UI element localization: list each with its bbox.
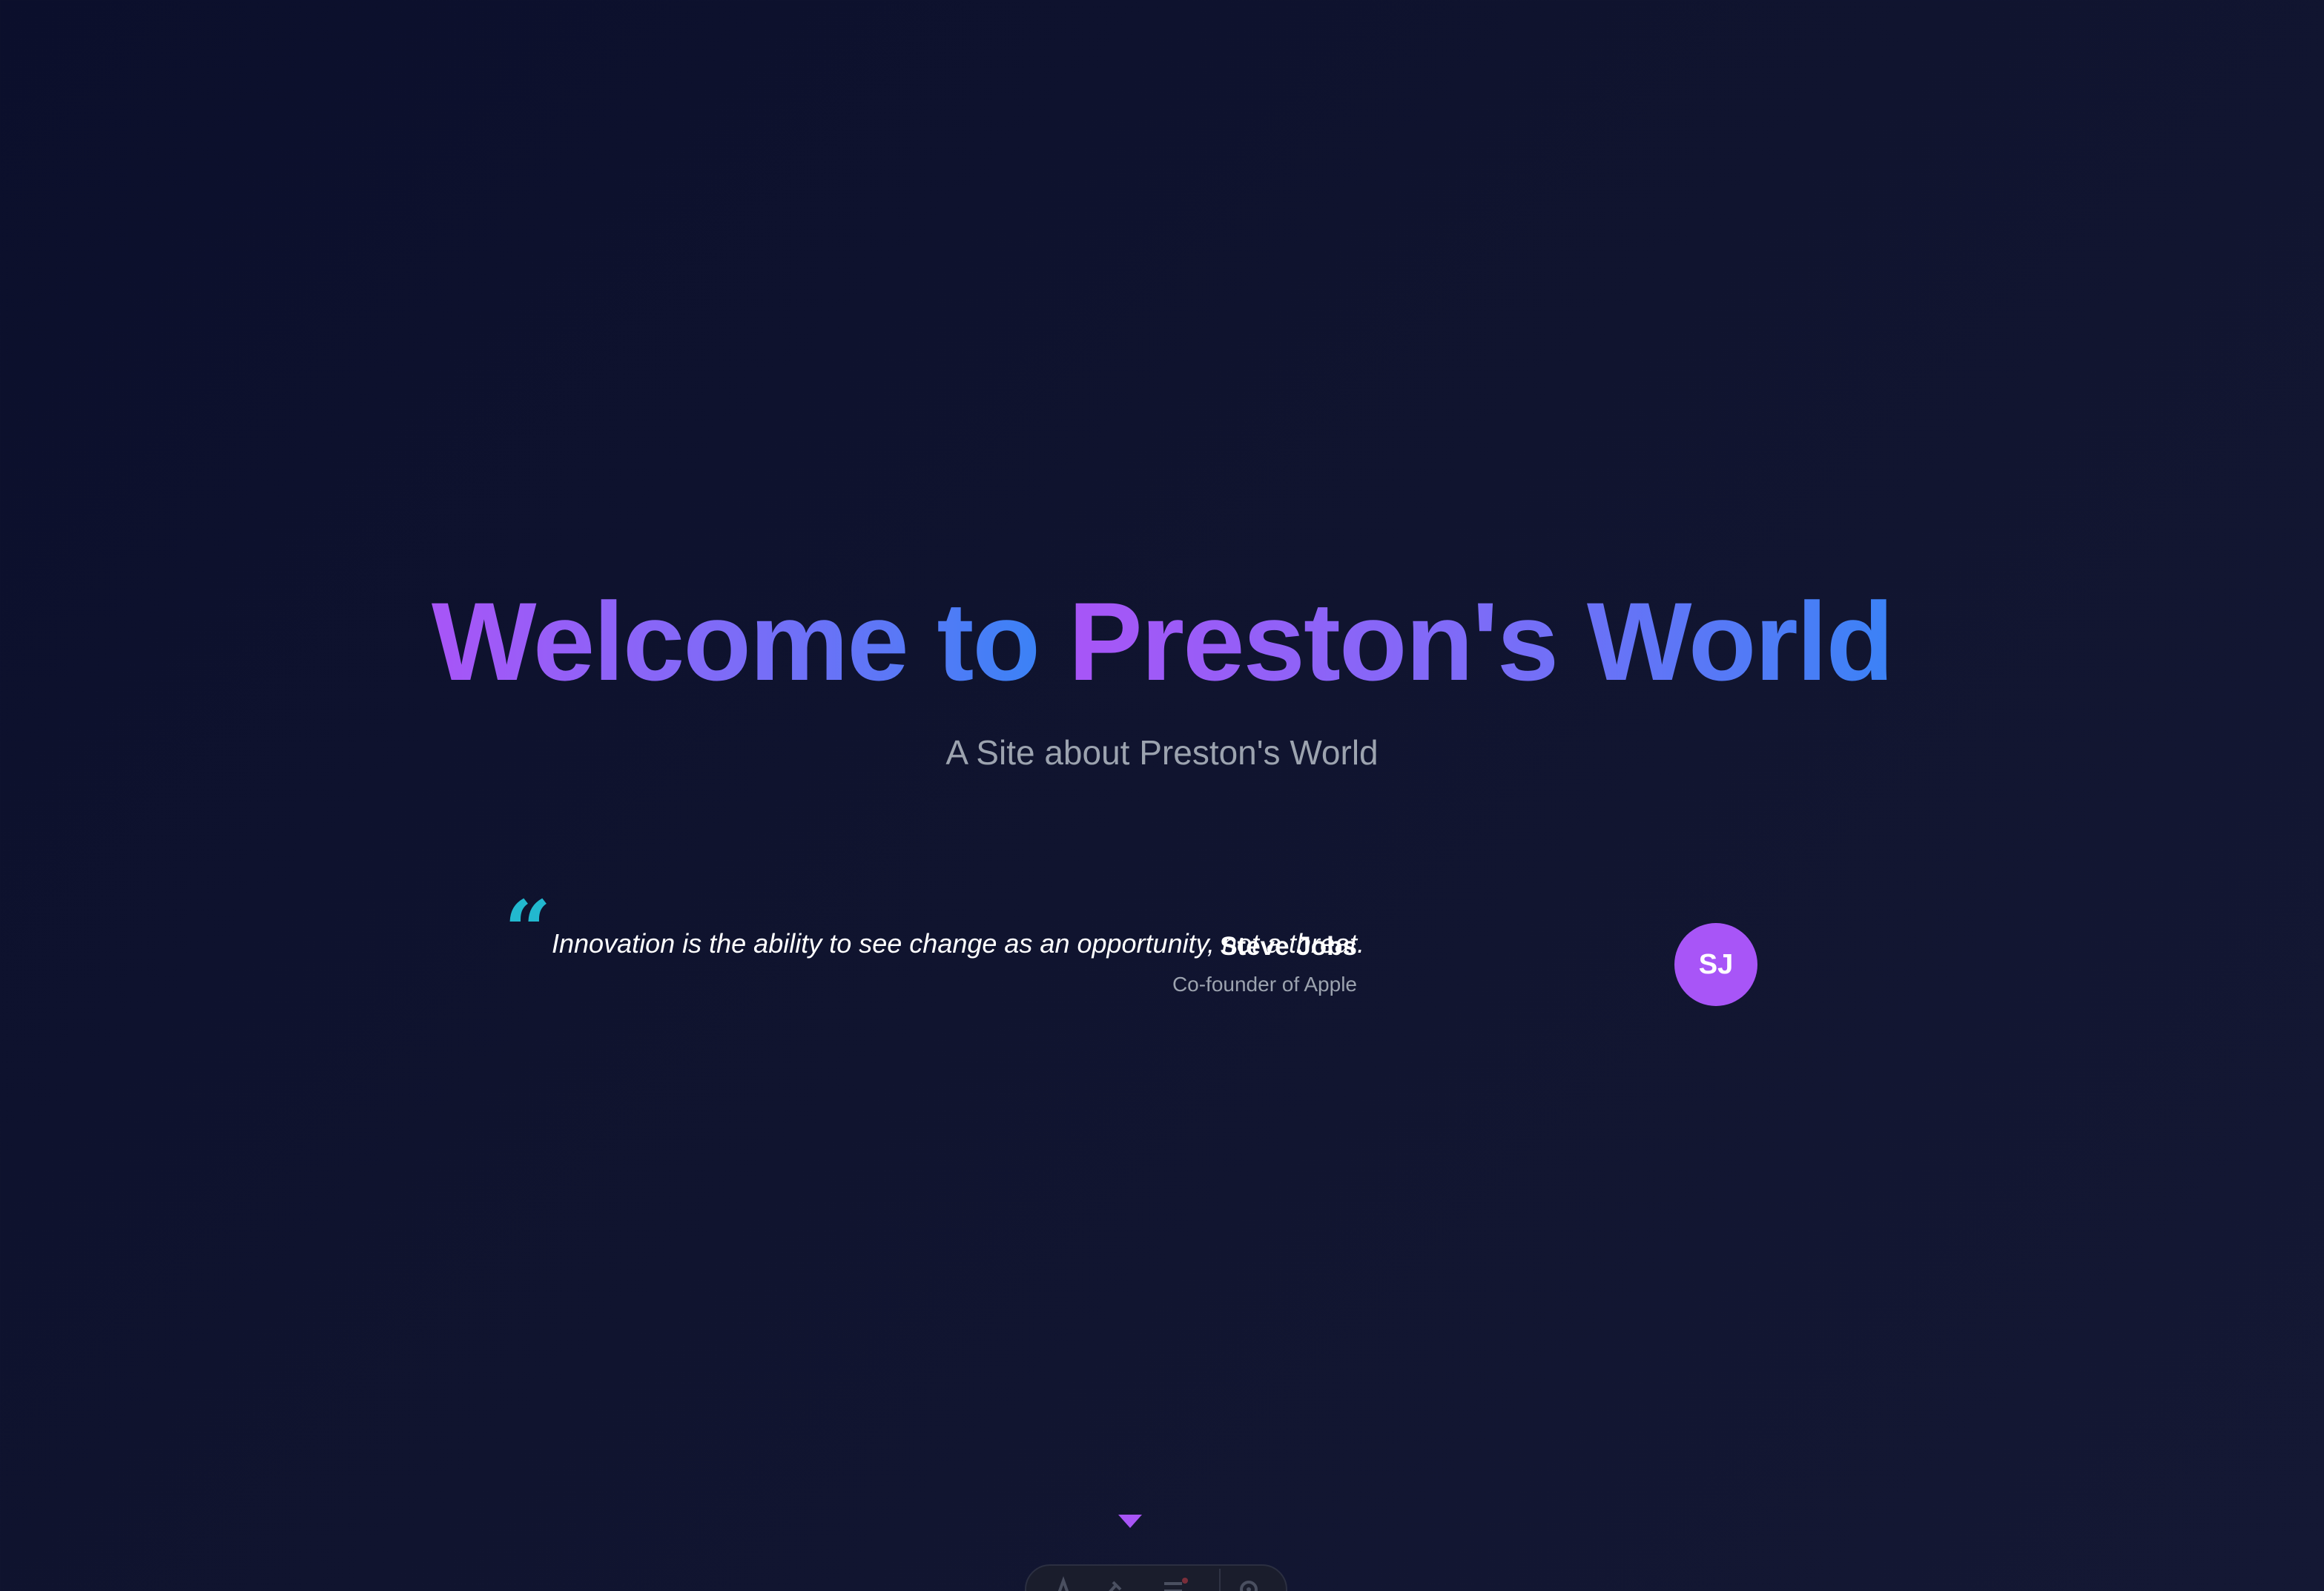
quote-block: “ Innovation is the ability to see chang… [504,890,1765,1023]
avatar: SJ [1674,923,1757,1006]
text-icon[interactable] [1049,1575,1078,1591]
brush-icon[interactable] [1097,1575,1126,1591]
bottom-toolbar [1025,1564,1287,1591]
landing-page: Welcome to Preston's World A Site about … [0,0,2324,1591]
author-role: Co-founder of Apple [1172,973,1357,996]
hero-subtitle: A Site about Preston's World [945,733,1379,772]
list-icon[interactable] [1160,1575,1189,1591]
quote-mark-icon: “ [504,882,552,978]
hero-title-part2: Preston's World [1068,579,1894,704]
quote-author: Steve Jobs Co-founder of Apple [1060,930,1357,999]
hero-title-part1: Welcome to [431,579,1040,704]
toolbar-divider [1219,1569,1221,1591]
chevron-down-icon[interactable] [1118,1515,1142,1528]
author-name: Steve Jobs [1220,932,1357,961]
settings-icon[interactable] [1234,1575,1264,1591]
hero-title: Welcome to Preston's World [0,578,2324,704]
